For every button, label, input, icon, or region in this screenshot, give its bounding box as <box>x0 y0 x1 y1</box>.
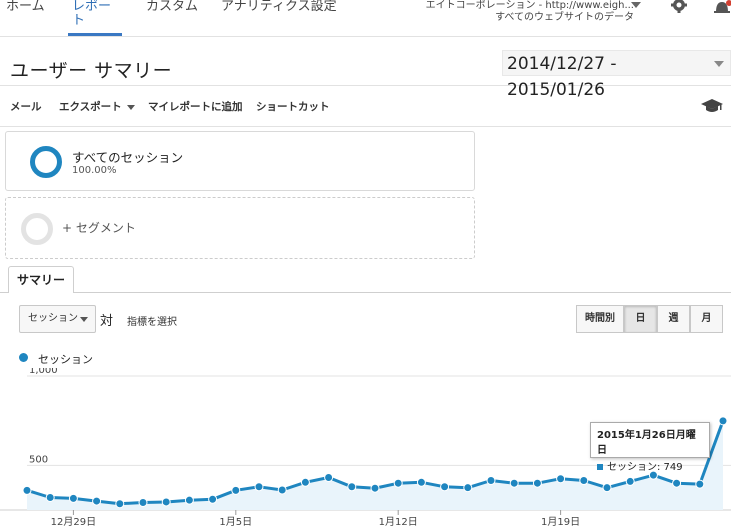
bell-icon[interactable] <box>712 0 731 16</box>
email-button[interactable]: メール <box>10 99 42 114</box>
data-point[interactable] <box>231 485 241 495</box>
tooltip-row: セッション: 749 <box>597 458 703 473</box>
export-button[interactable]: エクスポート <box>59 99 135 114</box>
data-point[interactable] <box>370 483 380 493</box>
data-point[interactable] <box>22 485 32 495</box>
chevron-down-icon <box>714 61 724 67</box>
segment-name: すべてのセッション <box>72 150 184 165</box>
tab-custom-label: カスタム <box>146 0 199 14</box>
tab-reports[interactable]: レポート <box>68 0 122 36</box>
data-point[interactable] <box>579 476 589 486</box>
data-point[interactable] <box>463 483 473 493</box>
data-point[interactable] <box>208 494 218 504</box>
tab-admin-label: アナリティクス設定 <box>221 0 337 14</box>
tab-admin[interactable]: アナリティクス設定 <box>221 0 337 36</box>
tab-reports-label: レポート <box>72 0 112 28</box>
granularity-week-button[interactable]: 週 <box>657 305 690 333</box>
data-point[interactable] <box>672 478 682 488</box>
data-point[interactable] <box>45 492 55 502</box>
segment-percentage: 100.00% <box>72 165 117 176</box>
granularity-month-button[interactable]: 月 <box>690 305 723 333</box>
segment-empty-ring-icon <box>21 213 53 245</box>
data-point[interactable] <box>486 476 496 486</box>
add-to-dashboard-button[interactable]: マイレポートに追加 <box>148 99 243 114</box>
data-point[interactable] <box>115 499 125 509</box>
y-tick-label: 500 <box>29 454 48 465</box>
data-point[interactable] <box>532 478 542 488</box>
data-point[interactable] <box>556 474 566 484</box>
tab-home-label: ホーム <box>6 0 45 14</box>
tooltip-date: 2015年1月26日月曜日 <box>597 430 696 456</box>
data-point[interactable] <box>416 477 426 487</box>
data-point[interactable] <box>509 478 519 488</box>
data-point[interactable] <box>347 482 357 492</box>
data-point[interactable] <box>440 482 450 492</box>
tab-custom[interactable]: カスタム <box>146 0 198 36</box>
data-point[interactable] <box>254 482 264 492</box>
segment-ring-icon <box>30 146 62 178</box>
data-point[interactable] <box>138 497 148 507</box>
granularity-day-button[interactable]: 日 <box>624 305 657 333</box>
chevron-down-icon[interactable] <box>631 2 641 8</box>
x-tick-label: 1月19日 <box>541 516 580 528</box>
data-point[interactable] <box>300 477 310 487</box>
tooltip-metric: セッション: 749 <box>607 462 683 473</box>
tab-summary[interactable]: サマリー <box>8 266 74 293</box>
data-point[interactable] <box>68 493 78 503</box>
legend-label: セッション <box>38 353 93 366</box>
chart-tooltip: 2015年1月26日月曜日 セッション: 749 <box>590 422 710 473</box>
data-point[interactable] <box>695 479 705 489</box>
versus-label: 対 <box>100 314 114 329</box>
add-segment-label: + セグメント <box>62 221 136 235</box>
data-point[interactable] <box>393 478 403 488</box>
data-point[interactable] <box>625 476 635 486</box>
data-point[interactable] <box>277 485 287 495</box>
data-point[interactable] <box>718 416 728 426</box>
metric-select[interactable]: セッション <box>19 305 96 333</box>
chevron-down-icon <box>126 104 135 110</box>
account-selector[interactable]: エイトコーポレーション - http://www.eigh... すべてのウェブ… <box>424 0 634 24</box>
gear-icon[interactable] <box>670 0 688 16</box>
y-tick-label: 1,000 <box>29 368 58 376</box>
data-point[interactable] <box>184 495 194 505</box>
page-title: ユーザー サマリー <box>10 60 173 82</box>
x-tick-label: 1月5日 <box>219 516 252 528</box>
report-toolbar: メール エクスポート マイレポートに追加 ショートカット <box>0 87 731 127</box>
shortcut-button[interactable]: ショートカット <box>256 99 330 114</box>
segment-card-all-sessions[interactable]: すべてのセッション 100.00% <box>5 131 475 191</box>
tooltip-swatch <box>597 464 603 470</box>
legend-swatch <box>19 353 28 362</box>
date-range-picker[interactable]: 2014/12/27 - 2015/01/26 <box>502 50 731 100</box>
add-segment-card[interactable]: + セグメント <box>5 197 475 259</box>
title-row: ユーザー サマリー 2014/12/27 - 2015/01/26 <box>0 38 731 100</box>
export-label: エクスポート <box>59 101 122 113</box>
data-point[interactable] <box>92 496 102 506</box>
account-name: エイトコーポレーション - http://www.eigh... <box>425 0 634 11</box>
data-point[interactable] <box>161 497 171 507</box>
x-tick-label: 12月29日 <box>51 516 96 528</box>
x-tick-label: 1月12日 <box>379 516 418 528</box>
data-point[interactable] <box>324 472 334 482</box>
tab-divider <box>0 292 731 293</box>
granularity-hourly-button[interactable]: 時間別 <box>576 305 624 333</box>
tab-home[interactable]: ホーム <box>6 0 45 36</box>
account-view: すべてのウェブサイトのデータ <box>495 12 634 23</box>
select-metric-link[interactable]: 指標を選択 <box>127 313 177 328</box>
metric-select-value: セッション <box>28 313 78 324</box>
top-nav: ホーム レポート カスタム アナリティクス設定 エイトコーポレーション - ht… <box>0 0 731 37</box>
chevron-down-icon <box>80 317 88 322</box>
data-point[interactable] <box>602 483 612 493</box>
graduation-cap-icon[interactable] <box>701 98 723 114</box>
